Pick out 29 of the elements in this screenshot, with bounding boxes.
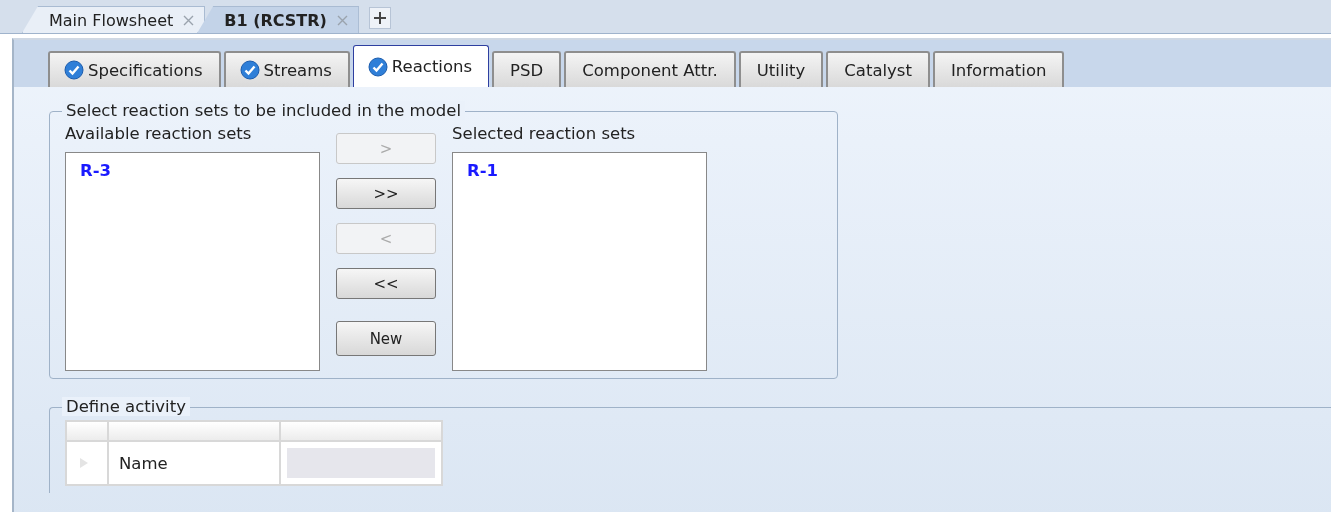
reaction-set-list[interactable]: R-1 [452, 152, 707, 371]
document-tab[interactable]: B1 (RCSTR) [197, 6, 359, 33]
table-cell: Name [108, 441, 280, 485]
close-icon[interactable] [336, 14, 348, 26]
list-label: Available reaction sets [65, 124, 253, 145]
check-circle-icon [64, 60, 84, 80]
form-tab[interactable]: Specifications [48, 51, 221, 87]
reaction-set-list[interactable]: R-3 [65, 152, 320, 371]
transfer-button[interactable]: New [336, 321, 436, 356]
check-circle-icon [239, 60, 260, 80]
group-title: Define activity [62, 397, 190, 416]
new-tab-button[interactable] [368, 7, 391, 29]
list-item[interactable]: R-1 [467, 161, 499, 180]
close-icon[interactable] [183, 14, 195, 26]
row-pointer-icon [79, 456, 89, 469]
list-item[interactable]: R-3 [80, 161, 112, 180]
transfer-button[interactable]: << [336, 268, 436, 299]
form-tab[interactable]: Component Attr. [564, 51, 736, 87]
form-tab[interactable]: Utility [738, 51, 824, 87]
form-tab[interactable]: Reactions [352, 45, 490, 87]
list-label: Selected reaction sets [452, 124, 637, 145]
form-tab[interactable]: PSD [492, 51, 562, 87]
form-tab[interactable]: Information [932, 51, 1065, 87]
form-tab[interactable]: Streams [223, 51, 350, 87]
document-tab[interactable]: Main Flowsheet [22, 6, 206, 33]
form-tab[interactable]: Catalyst [826, 51, 930, 87]
transfer-button[interactable]: >> [336, 178, 436, 209]
plus-icon [372, 11, 387, 25]
check-circle-icon [367, 56, 388, 77]
